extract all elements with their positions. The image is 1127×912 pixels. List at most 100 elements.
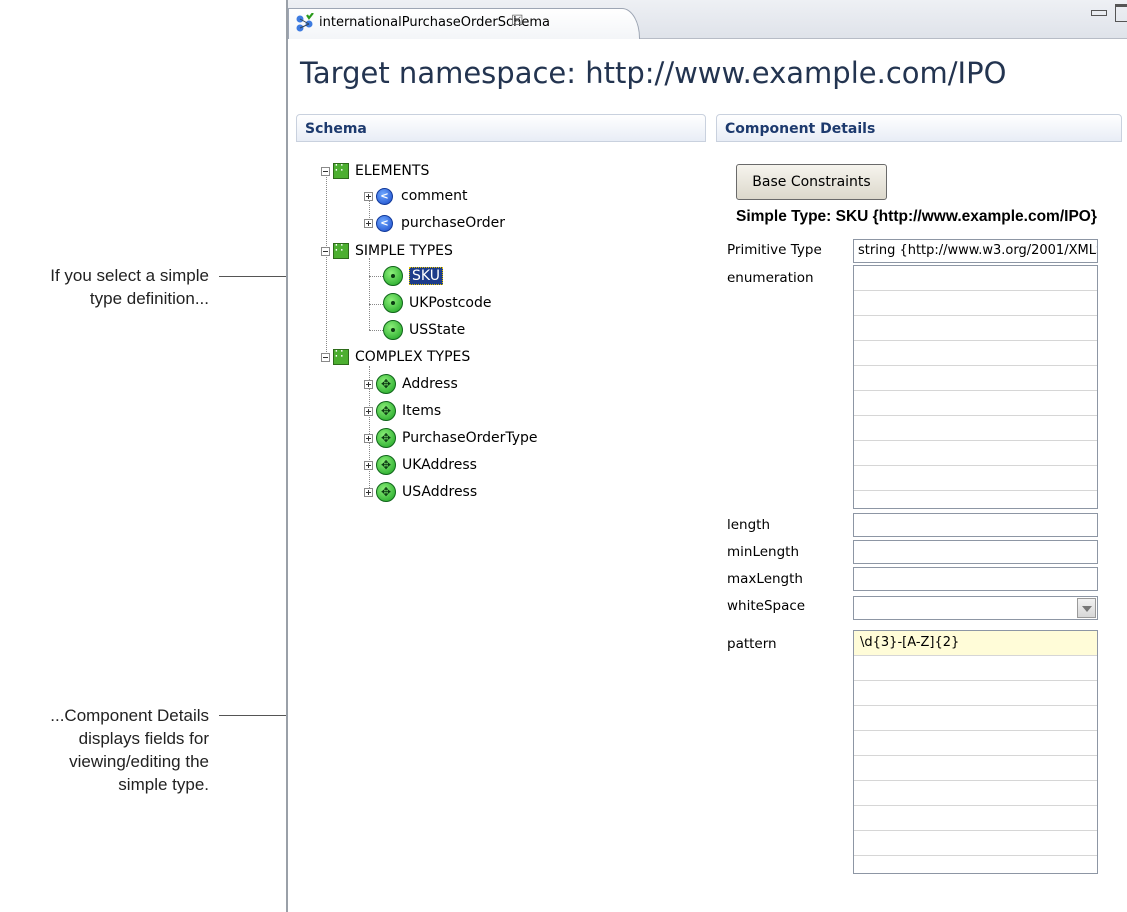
schema-icon bbox=[296, 13, 314, 32]
max-length-label: maxLength bbox=[727, 571, 803, 587]
complex-types-folder-icon bbox=[333, 347, 349, 365]
list-item[interactable] bbox=[854, 706, 1097, 731]
tree-label: comment bbox=[401, 188, 468, 204]
element-icon: < bbox=[376, 187, 393, 205]
max-length-field[interactable] bbox=[853, 567, 1098, 591]
tree-guide bbox=[369, 258, 370, 330]
elements-folder-icon bbox=[333, 161, 349, 179]
simple-types-folder-icon bbox=[333, 241, 349, 259]
list-item[interactable] bbox=[854, 366, 1097, 391]
editor-tab-bar: internationalPurchaseOrderSchema ☒ bbox=[288, 0, 1127, 39]
tree-label: UKPostcode bbox=[409, 295, 492, 311]
length-label: length bbox=[727, 517, 771, 533]
simple-type-title: Simple Type: SKU {http://www.example.com… bbox=[736, 208, 1097, 225]
min-length-field[interactable] bbox=[853, 540, 1098, 564]
tree-folder-elements[interactable]: ELEMENTS bbox=[321, 160, 429, 182]
tree-item-complex-type[interactable]: ✥ PurchaseOrderType bbox=[364, 427, 538, 449]
callout-line: displays fields for bbox=[78, 729, 209, 748]
tree-label: PurchaseOrderType bbox=[402, 430, 538, 446]
callout-line: simple type. bbox=[118, 775, 209, 794]
expand-icon[interactable] bbox=[364, 433, 373, 443]
pattern-list[interactable]: \d{3}-[A-Z]{2} bbox=[853, 630, 1098, 874]
callout-simple-type: If you select a simple type definition..… bbox=[50, 264, 209, 310]
tree-label: SIMPLE TYPES bbox=[355, 243, 453, 259]
list-item[interactable] bbox=[854, 756, 1097, 781]
tree-guide bbox=[369, 330, 383, 331]
tree-folder-complex-types[interactable]: COMPLEX TYPES bbox=[321, 346, 470, 368]
callout-line: ...Component Details bbox=[50, 706, 209, 725]
element-icon: < bbox=[376, 214, 393, 232]
list-item[interactable] bbox=[854, 731, 1097, 756]
list-item[interactable] bbox=[854, 781, 1097, 806]
tree-label: UKAddress bbox=[402, 457, 477, 473]
primitive-type-label: Primitive Type bbox=[727, 242, 822, 258]
list-item[interactable] bbox=[854, 316, 1097, 341]
list-item[interactable] bbox=[854, 416, 1097, 441]
collapse-icon[interactable] bbox=[321, 352, 330, 362]
tree-item-complex-type[interactable]: ✥ UKAddress bbox=[364, 454, 477, 476]
tree-item-element[interactable]: < purchaseOrder bbox=[364, 212, 505, 234]
list-item[interactable] bbox=[854, 831, 1097, 856]
list-item[interactable] bbox=[854, 266, 1097, 291]
enumeration-list[interactable] bbox=[853, 265, 1098, 509]
tree-item-simple-type[interactable]: UKPostcode bbox=[383, 292, 491, 314]
list-item[interactable] bbox=[854, 391, 1097, 416]
tree-guide bbox=[369, 304, 383, 305]
schema-section-header: Schema bbox=[296, 114, 706, 142]
tree-item-simple-type[interactable]: USState bbox=[383, 319, 465, 341]
callout-line: If you select a simple bbox=[50, 266, 209, 285]
simple-type-icon bbox=[383, 266, 403, 286]
tree-label: Address bbox=[402, 376, 458, 392]
complex-type-icon: ✥ bbox=[376, 428, 396, 448]
callout-line: type definition... bbox=[89, 289, 209, 308]
base-constraints-button[interactable]: Base Constraints bbox=[736, 164, 887, 200]
chevron-down-icon[interactable] bbox=[1077, 598, 1096, 618]
expand-icon[interactable] bbox=[364, 406, 373, 416]
view-controls bbox=[1091, 4, 1127, 22]
pattern-label: pattern bbox=[727, 636, 777, 652]
close-icon[interactable]: ☒ bbox=[511, 13, 524, 29]
primitive-type-field[interactable]: string {http://www.w3.org/2001/XMLSchema… bbox=[853, 239, 1098, 263]
maximize-icon[interactable] bbox=[1115, 4, 1127, 22]
list-item[interactable]: \d{3}-[A-Z]{2} bbox=[854, 631, 1097, 656]
tree-folder-simple-types[interactable]: SIMPLE TYPES bbox=[321, 240, 453, 262]
tree-guide bbox=[369, 276, 383, 277]
collapse-icon[interactable] bbox=[321, 246, 330, 256]
tree-label: Items bbox=[402, 403, 442, 419]
editor-tab[interactable]: internationalPurchaseOrderSchema ☒ bbox=[288, 8, 640, 39]
complex-type-icon: ✥ bbox=[376, 374, 396, 394]
expand-icon[interactable] bbox=[364, 191, 373, 201]
tree-label: USAddress bbox=[402, 484, 478, 500]
tree-item-complex-type[interactable]: ✥ Address bbox=[364, 373, 458, 395]
expand-icon[interactable] bbox=[364, 487, 373, 497]
simple-type-icon bbox=[383, 320, 403, 340]
expand-icon[interactable] bbox=[364, 379, 373, 389]
complex-type-icon: ✥ bbox=[376, 482, 396, 502]
list-item[interactable] bbox=[854, 291, 1097, 316]
tree-label: COMPLEX TYPES bbox=[355, 349, 471, 365]
list-item[interactable] bbox=[854, 466, 1097, 491]
collapse-icon[interactable] bbox=[321, 166, 330, 176]
tree-item-complex-type[interactable]: ✥ Items bbox=[364, 400, 441, 422]
list-item[interactable] bbox=[854, 441, 1097, 466]
white-space-select[interactable] bbox=[853, 596, 1098, 620]
page-title: Target namespace: http://www.example.com… bbox=[300, 56, 1007, 90]
tree-guide bbox=[326, 175, 327, 358]
tree-item-simple-type-selected[interactable]: SKU bbox=[383, 265, 443, 287]
length-field[interactable] bbox=[853, 513, 1098, 537]
callout-line: viewing/editing the bbox=[69, 752, 209, 771]
details-section-header: Component Details bbox=[716, 114, 1122, 142]
expand-icon[interactable] bbox=[364, 460, 373, 470]
list-item[interactable] bbox=[854, 341, 1097, 366]
callout-component-details: ...Component Details displays fields for… bbox=[50, 704, 209, 796]
tree-item-element[interactable]: < comment bbox=[364, 185, 468, 207]
list-item[interactable] bbox=[854, 656, 1097, 681]
complex-type-icon: ✥ bbox=[376, 455, 396, 475]
white-space-label: whiteSpace bbox=[727, 598, 806, 614]
list-item[interactable] bbox=[854, 681, 1097, 706]
list-item[interactable] bbox=[854, 806, 1097, 831]
tree-label: ELEMENTS bbox=[355, 163, 430, 179]
expand-icon[interactable] bbox=[364, 218, 373, 228]
tree-item-complex-type[interactable]: ✥ USAddress bbox=[364, 481, 477, 503]
minimize-icon[interactable] bbox=[1091, 10, 1107, 16]
